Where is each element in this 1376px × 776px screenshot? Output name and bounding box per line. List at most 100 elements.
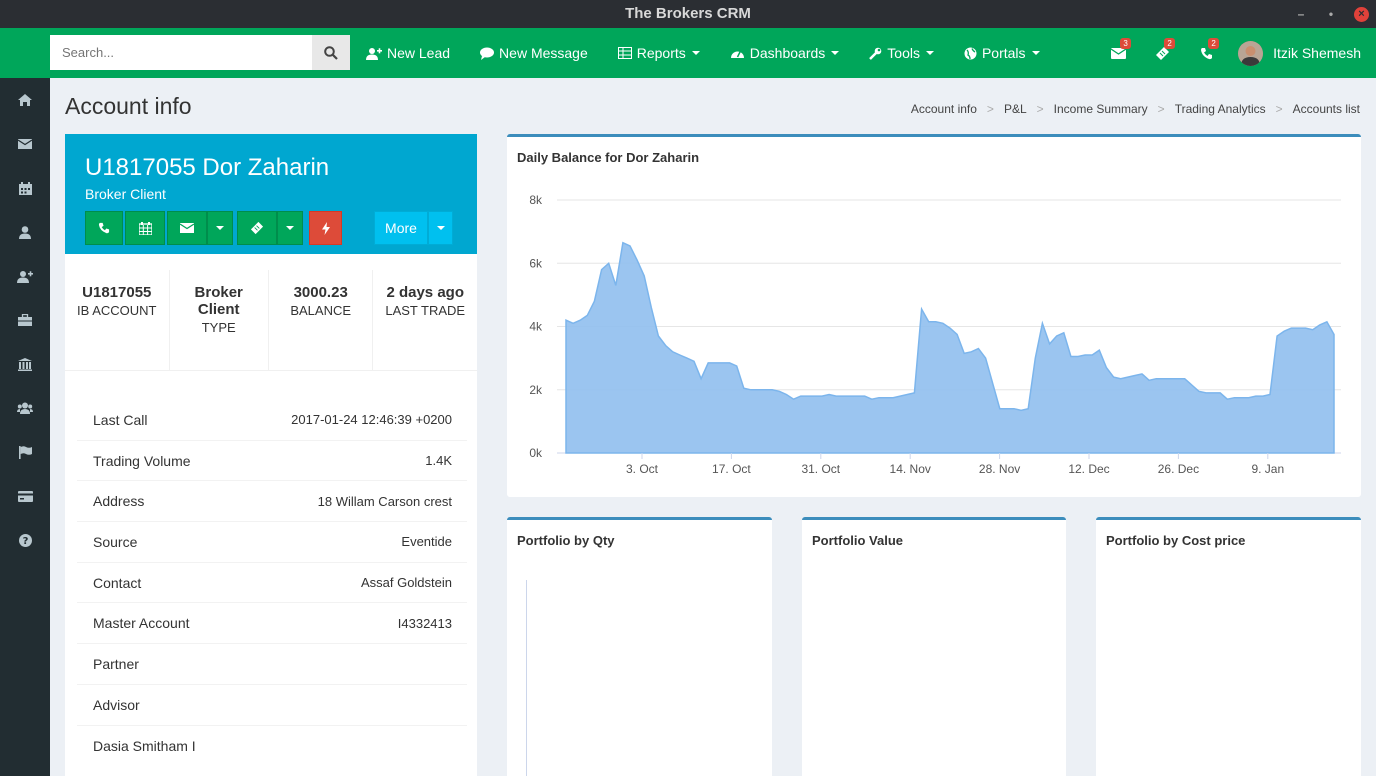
divider [65, 370, 477, 371]
sidebar-item-user[interactable] [0, 210, 50, 254]
box-title: Portfolio by Qty [517, 533, 615, 548]
search-input[interactable] [50, 35, 312, 70]
detail-value: I4332413 [397, 615, 452, 631]
ticket-icon [250, 221, 264, 235]
maximize-button[interactable]: • [1316, 0, 1346, 28]
breadcrumb-item[interactable]: Accounts list [1293, 102, 1360, 116]
stat-label: LAST TRADE [385, 303, 466, 318]
calls-notification[interactable]: 2 [1184, 28, 1228, 78]
x-tick-label: 17. Oct [712, 462, 751, 476]
sidebar-item-billing[interactable] [0, 474, 50, 518]
detail-row-contact: Contact Assaf Goldstein [77, 563, 467, 604]
detail-label: Master Account [93, 615, 190, 632]
svg-text:?: ? [22, 536, 28, 547]
sidebar-item-home[interactable] [0, 78, 50, 122]
chevron-down-icon [691, 51, 700, 55]
ticket-dropdown-button[interactable] [277, 211, 303, 245]
bolt-icon [321, 221, 330, 235]
y-tick-label: 2k [529, 383, 543, 397]
stat-ib-account: U1817055 IB ACCOUNT [65, 270, 170, 370]
box-title: Portfolio Value [812, 533, 904, 548]
sidebar-item-add-user[interactable] [0, 254, 50, 298]
close-button[interactable]: × [1354, 6, 1369, 22]
email-button[interactable] [167, 211, 207, 245]
messages-count-badge: 3 [1120, 38, 1132, 49]
sidebar-item-mail[interactable] [0, 122, 50, 166]
credit-card-icon [17, 490, 33, 502]
portals-menu[interactable]: Portals [964, 45, 1040, 61]
y-tick-label: 6k [529, 256, 543, 270]
x-tick-label: 31. Oct [801, 462, 840, 476]
quick-action-button[interactable] [309, 211, 342, 245]
x-tick-label: 28. Nov [979, 462, 1020, 476]
add-user-icon [366, 47, 382, 60]
sidebar-item-flag[interactable] [0, 430, 50, 474]
sidebar-item-calendar[interactable] [0, 166, 50, 210]
detail-row-last-call: Last Call 2017-01-24 12:46:39 +0200 [77, 400, 467, 441]
detail-label: Trading Volume [93, 452, 191, 469]
user-menu[interactable]: Itzik Shemesh [1228, 40, 1376, 66]
breadcrumb-separator: > [1036, 102, 1044, 116]
breadcrumb-item[interactable]: P&L [1004, 102, 1027, 116]
tools-menu[interactable]: Tools [869, 45, 934, 61]
sidebar-item-bank[interactable] [0, 342, 50, 386]
tickets-notification[interactable]: 2 [1140, 28, 1184, 78]
breadcrumb: Account info > P&L > Income Summary > Tradi… [911, 102, 1360, 116]
email-dropdown-button[interactable] [207, 211, 233, 245]
new-message-label: New Message [499, 45, 588, 61]
detail-value: 2017-01-24 12:46:39 +0200 [291, 412, 452, 428]
envelope-icon [1110, 47, 1126, 59]
flag-icon [18, 445, 32, 459]
stat-last-trade: 2 days ago LAST TRADE [373, 270, 477, 370]
more-dropdown-button[interactable] [428, 211, 453, 245]
phone-icon [98, 222, 110, 234]
portals-label: Portals [981, 45, 1026, 61]
detail-row-partner: Partner [77, 644, 467, 685]
account-details-list: Last Call 2017-01-24 12:46:39 +0200 Tradi… [77, 400, 467, 766]
detail-label: Dasia Smitham I [93, 737, 196, 754]
reports-menu[interactable]: Reports [617, 45, 700, 61]
messages-notification[interactable]: 3 [1096, 28, 1140, 78]
ticket-button[interactable] [237, 211, 277, 245]
detail-label: Address [93, 493, 145, 510]
breadcrumb-item[interactable]: Income Summary [1054, 102, 1148, 116]
detail-value: Assaf Goldstein [360, 575, 452, 591]
sidebar-item-briefcase[interactable] [0, 298, 50, 342]
minimize-button[interactable]: – [1286, 0, 1316, 28]
detail-row-source: Source Eventide [77, 522, 467, 563]
more-button[interactable]: More [374, 211, 428, 245]
breadcrumb-item[interactable]: Account info [911, 102, 977, 116]
schedule-button[interactable] [125, 211, 165, 245]
new-message-button[interactable]: New Message [480, 45, 588, 61]
globe-icon [964, 47, 977, 60]
dashboards-menu[interactable]: Dashboards [730, 45, 840, 61]
breadcrumb-item[interactable]: Trading Analytics [1175, 102, 1266, 116]
dashboards-label: Dashboards [749, 45, 826, 61]
new-lead-button[interactable]: New Lead [366, 45, 450, 61]
call-button[interactable] [85, 211, 123, 245]
x-tick-label: 9. Jan [1251, 462, 1284, 476]
user-icon [19, 225, 31, 239]
detail-label: Advisor [93, 696, 140, 713]
y-tick-label: 4k [529, 320, 543, 334]
stat-value: 2 days ago [386, 284, 464, 301]
stat-type: Broker Client TYPE [170, 270, 269, 370]
user-name: Itzik Shemesh [1273, 45, 1361, 61]
help-icon: ? [18, 533, 32, 547]
stat-value: Broker Client [194, 284, 243, 318]
detail-row-trading-volume: Trading Volume 1.4K [77, 441, 467, 482]
sidebar-item-help[interactable]: ? [0, 518, 50, 562]
new-lead-label: New Lead [387, 45, 451, 61]
detail-value: 1.4K [425, 453, 452, 469]
calendar-icon [18, 181, 32, 195]
x-tick-label: 26. Dec [1158, 462, 1199, 476]
detail-row-advisor: Advisor [77, 685, 467, 726]
avatar [1238, 40, 1264, 66]
sidebar-item-users[interactable] [0, 386, 50, 430]
search-button[interactable] [312, 35, 350, 70]
calendar-icon [138, 221, 152, 235]
profile-card: U1817055 Dor Zaharin Broker Client More [65, 134, 477, 776]
stat-value: U1817055 [82, 284, 152, 301]
detail-row-dasia: Dasia Smitham I [77, 726, 467, 767]
detail-label: Source [93, 533, 138, 550]
